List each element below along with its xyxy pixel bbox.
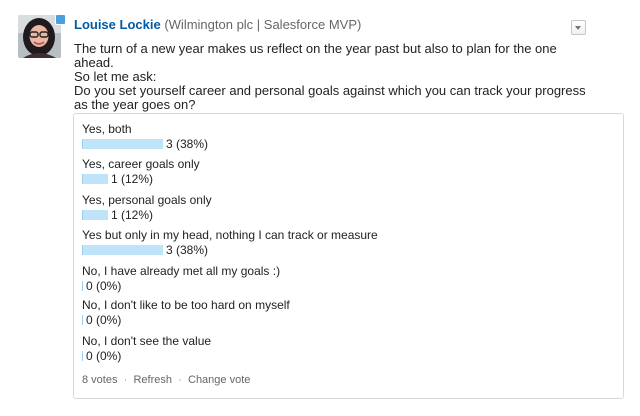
poll-result-bar — [82, 245, 163, 255]
vote-count: 8 votes — [82, 374, 118, 386]
poll-choice-result: 0 (0%) — [82, 279, 602, 293]
change-vote-link[interactable]: Change vote — [188, 374, 250, 386]
poll-result-text: 3 (38%) — [166, 243, 209, 257]
poll-choice-label: No, I don't see the value — [82, 334, 212, 348]
post-header: Louise Lockie (Wilmington plc | Salesfor… — [74, 17, 361, 33]
author-meta: (Wilmington plc | Salesforce MVP) — [164, 17, 362, 32]
poll-result-text: 3 (38%) — [166, 137, 209, 151]
poll-choice: Yes, personal goals only 1 (12%) — [82, 193, 602, 222]
poll-choice: No, I have already met all my goals :) 0… — [82, 264, 602, 293]
poll-result-bar — [82, 210, 108, 220]
poll-result-bar — [82, 139, 163, 149]
post-body-line: The turn of a new year makes us reflect … — [74, 41, 557, 70]
author-name-link[interactable]: Louise Lockie — [74, 17, 161, 32]
poll-result-bar — [82, 174, 108, 184]
poll-choice: Yes, career goals only 1 (12%) — [82, 157, 602, 186]
poll-result-text: 0 (0%) — [86, 349, 122, 363]
poll-choice-result: 1 (12%) — [82, 208, 602, 222]
poll-choice: No, I don't see the value 0 (0%) — [82, 334, 602, 363]
poll-choice-result: 0 (0%) — [82, 349, 602, 363]
post-menu-button[interactable] — [571, 20, 586, 35]
poll-choice-result: 1 (12%) — [82, 172, 602, 186]
poll-result-text: 1 (12%) — [111, 208, 154, 222]
feed-post: Louise Lockie (Wilmington plc | Salesfor… — [0, 0, 640, 416]
refresh-link[interactable]: Refresh — [133, 374, 172, 386]
chevron-down-icon — [575, 26, 581, 30]
poll-choice: No, I don't like to be too hard on mysel… — [82, 298, 602, 327]
poll-choice-label: Yes but only in my head, nothing I can t… — [82, 228, 378, 242]
poll-result-bar — [82, 315, 83, 325]
post-body-line: Do you set yourself career and personal … — [74, 83, 586, 112]
poll-choice-result: 0 (0%) — [82, 313, 602, 327]
status-badge — [55, 14, 66, 25]
poll-choice-label: Yes, both — [82, 122, 132, 136]
poll-choice-label: Yes, career goals only — [82, 157, 200, 171]
poll-choice-label: Yes, personal goals only — [82, 193, 212, 207]
poll-result-bar — [82, 281, 83, 291]
poll-result-text: 0 (0%) — [86, 313, 122, 327]
poll-choice-result: 3 (38%) — [82, 243, 602, 257]
poll-result-text: 0 (0%) — [86, 279, 122, 293]
poll-choice-label: No, I don't like to be too hard on mysel… — [82, 298, 290, 312]
poll-choice: Yes but only in my head, nothing I can t… — [82, 228, 602, 257]
post-body-line: So let me ask: — [74, 69, 157, 84]
separator: · — [123, 374, 128, 386]
post-body: The turn of a new year makes us reflect … — [74, 42, 594, 112]
poll: Yes, both 3 (38%) Yes, career goals only… — [73, 113, 624, 399]
poll-choice-result: 3 (38%) — [82, 137, 602, 151]
poll-footer: 8 votes · Refresh · Change vote — [82, 373, 250, 387]
poll-result-text: 1 (12%) — [111, 172, 154, 186]
poll-result-bar — [82, 351, 83, 361]
separator: · — [178, 374, 182, 386]
poll-choice-label: No, I have already met all my goals :) — [82, 264, 281, 278]
poll-choice: Yes, both 3 (38%) — [82, 122, 602, 151]
